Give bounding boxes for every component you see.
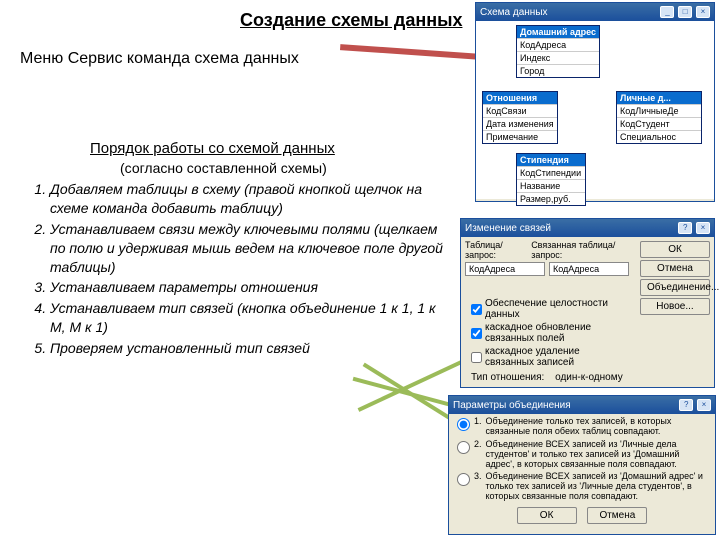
field[interactable]: Размер,руб.	[517, 192, 585, 205]
field[interactable]: КодАдреса	[517, 38, 599, 51]
table-box[interactable]: Домашний адрес КодАдреса Индекс Город	[516, 25, 600, 78]
table-name: Домашний адрес	[517, 26, 599, 38]
field[interactable]: Индекс	[517, 51, 599, 64]
new-button[interactable]: Новое...	[640, 298, 710, 315]
close-icon[interactable]: ×	[696, 6, 710, 18]
field-cell[interactable]: КодАдреса	[465, 262, 545, 276]
field[interactable]: Примечание	[483, 130, 557, 143]
schema-window: Схема данных _ □ × Домашний адрес КодАдр…	[475, 2, 715, 202]
field[interactable]: Город	[517, 64, 599, 77]
page-title: Создание схемы данных	[240, 10, 462, 31]
titlebar[interactable]: Параметры объединения ? ×	[449, 396, 715, 414]
edit-relationship-window: Изменение связей ? × Таблица/запрос: Свя…	[460, 218, 715, 388]
field[interactable]: КодСвязи	[483, 104, 557, 117]
checkbox-cascade-update[interactable]: каскадное обновление связанных полей	[471, 322, 626, 344]
list-item: Устанавливаем параметры отношения	[50, 278, 450, 297]
table-name: Отношения	[483, 92, 557, 104]
ok-button[interactable]: ОК	[517, 507, 577, 524]
table-box[interactable]: Стипендия КодСтипендии Название Размер,р…	[516, 153, 586, 206]
cancel-button[interactable]: Отмена	[640, 260, 710, 277]
field[interactable]: КодСтудент	[617, 117, 701, 130]
num: 3.	[474, 472, 482, 482]
field[interactable]: Дата изменения	[483, 117, 557, 130]
minimize-icon[interactable]: _	[660, 6, 674, 18]
radio-join-3[interactable]: 3.Объединение ВСЕХ записей из 'Домашний …	[457, 472, 707, 502]
num: 2.	[474, 440, 482, 450]
field[interactable]: КодСтипендии	[517, 166, 585, 179]
label: Тип отношения:	[471, 372, 544, 383]
titlebar[interactable]: Схема данных _ □ ×	[476, 3, 714, 21]
radio-join-1[interactable]: 1.Объединение только тех записей, в кото…	[457, 417, 707, 437]
menu-path: Меню Сервис команда схема данных	[20, 50, 299, 68]
label: Связанная таблица/запрос:	[531, 240, 632, 260]
titlebar[interactable]: Изменение связей ? ×	[461, 219, 714, 237]
field[interactable]: Специальнос	[617, 130, 701, 143]
close-icon[interactable]: ×	[696, 222, 710, 234]
window-title: Параметры объединения	[453, 400, 571, 411]
steps-subheading: (согласно составленной схемы)	[120, 160, 327, 176]
relation-type-value: один-к-одному	[555, 372, 623, 383]
list-item: Устанавливаем связи между ключевыми поля…	[50, 220, 450, 277]
maximize-icon[interactable]: □	[678, 6, 692, 18]
list-item: Устанавливаем тип связей (кнопка объедин…	[50, 299, 450, 337]
num: 1.	[474, 417, 482, 427]
field[interactable]: Название	[517, 179, 585, 192]
list-item: Добавляем таблицы в схему (правой кнопко…	[50, 180, 450, 218]
table-name: Стипендия	[517, 154, 585, 166]
help-icon[interactable]: ?	[679, 399, 693, 411]
window-title: Схема данных	[480, 7, 548, 18]
table-name: Личные д...	[617, 92, 701, 104]
steps-list: Добавляем таблицы в схему (правой кнопко…	[20, 180, 450, 360]
radio-join-2[interactable]: 2.Объединение ВСЕХ записей из 'Личные де…	[457, 440, 707, 470]
label: Таблица/запрос:	[465, 240, 525, 260]
field-cell[interactable]: КодАдреса	[549, 262, 629, 276]
ok-button[interactable]: ОК	[640, 241, 710, 258]
checkbox-cascade-delete[interactable]: каскадное удаление связанных записей	[471, 346, 626, 368]
list-item: Проверяем установленный тип связей	[50, 339, 450, 358]
help-icon[interactable]: ?	[678, 222, 692, 234]
field[interactable]: КодЛичныеДе	[617, 104, 701, 117]
join-button[interactable]: Объединение...	[640, 279, 710, 296]
cancel-button[interactable]: Отмена	[587, 507, 647, 524]
window-title: Изменение связей	[465, 223, 551, 234]
checkbox-integrity[interactable]: Обеспечение целостности данных	[471, 298, 626, 320]
table-box[interactable]: Личные д... КодЛичныеДе КодСтудент Специ…	[616, 91, 702, 144]
join-params-window: Параметры объединения ? × 1.Объединение …	[448, 395, 716, 535]
steps-heading: Порядок работы со схемой данных	[90, 140, 335, 157]
close-icon[interactable]: ×	[697, 399, 711, 411]
table-box[interactable]: Отношения КодСвязи Дата изменения Примеч…	[482, 91, 558, 144]
